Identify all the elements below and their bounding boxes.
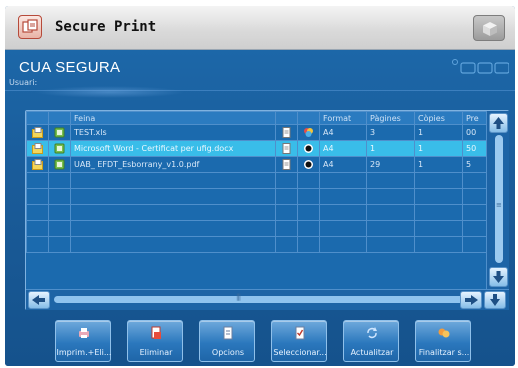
job-copies: 1 bbox=[414, 140, 463, 157]
job-name: Microsoft Word - Certificat per ufig.doc… bbox=[70, 140, 276, 157]
job-document-icon bbox=[48, 124, 71, 141]
column-header-format[interactable]: Format bbox=[319, 111, 367, 125]
status-icons bbox=[451, 58, 510, 78]
empty-row bbox=[26, 204, 487, 221]
job-document-icon bbox=[48, 140, 71, 157]
job-copies: 1 bbox=[414, 156, 463, 173]
user-label: Usuari: bbox=[9, 78, 38, 87]
main-content: CUA SEGURA Usuari: Feina Format Pàgines … bbox=[5, 50, 515, 366]
scroll-up-button[interactable] bbox=[489, 113, 508, 133]
arrow-down-icon bbox=[493, 271, 504, 283]
button-label: Seleccionar... bbox=[273, 348, 327, 357]
job-table: Feina Format Pàgines Còpies Pre TEST.xls bbox=[26, 111, 487, 253]
app-title: Secure Print bbox=[55, 19, 157, 35]
horizontal-scroll-grip-icon: ||| bbox=[236, 293, 241, 301]
column-header-pagines[interactable]: Pàgines bbox=[366, 111, 415, 125]
vertical-scroll-track[interactable] bbox=[495, 135, 503, 263]
job-name: TEST.xls bbox=[70, 124, 276, 141]
network-status-icon bbox=[452, 59, 510, 74]
print-delete-button[interactable]: Imprim.+Eli... bbox=[55, 320, 111, 362]
decorative-glow bbox=[35, 86, 185, 98]
job-format: A4 bbox=[319, 140, 367, 157]
job-format: A4 bbox=[319, 124, 367, 141]
page-icon bbox=[275, 124, 298, 141]
finish-session-button[interactable]: Finalitzar s... bbox=[415, 320, 471, 362]
empty-row bbox=[26, 172, 487, 189]
print-job-icon bbox=[18, 15, 42, 39]
scroll-down-small-button[interactable] bbox=[484, 291, 506, 309]
vertical-scroll-grip-icon: ≡ bbox=[496, 201, 502, 209]
print-delete-icon bbox=[79, 328, 89, 338]
horizontal-scroll-track[interactable] bbox=[54, 296, 464, 303]
title-bar: Secure Print bbox=[5, 6, 515, 50]
column-header-icon-1 bbox=[26, 111, 49, 125]
empty-row bbox=[26, 220, 487, 237]
options-icon bbox=[223, 326, 233, 340]
job-folder-icon bbox=[26, 124, 49, 141]
select-icon bbox=[295, 326, 305, 340]
scroll-down-button[interactable] bbox=[489, 267, 508, 287]
delete-button[interactable]: Eliminar bbox=[127, 320, 183, 362]
page-title: CUA SEGURA bbox=[19, 59, 121, 76]
table-header-row: Feina Format Pàgines Còpies Pre bbox=[26, 111, 487, 125]
job-document-icon bbox=[48, 156, 71, 173]
bw-print-icon bbox=[297, 140, 320, 157]
horizontal-scrollbar[interactable]: ||| bbox=[26, 289, 509, 310]
scroll-left-button[interactable] bbox=[28, 291, 50, 309]
arrow-left-icon bbox=[32, 295, 45, 305]
button-label: Opcions bbox=[211, 348, 245, 357]
job-name: UAB_ EFDT_Esborrany_v1.0.pdf bbox=[70, 156, 276, 173]
select-button[interactable]: Seleccionar... bbox=[271, 320, 327, 362]
job-pages: 1 bbox=[366, 140, 415, 157]
button-label: Imprim.+Eli... bbox=[56, 348, 112, 357]
column-header-feina[interactable]: Feina bbox=[70, 111, 276, 125]
job-format: A4 bbox=[319, 156, 367, 173]
scroll-right-button[interactable] bbox=[460, 291, 482, 309]
table-row[interactable]: UAB_ EFDT_Esborrany_v1.0.pdf A4 29 1 5 bbox=[26, 156, 487, 173]
job-copies: 1 bbox=[414, 124, 463, 141]
column-header-copies[interactable]: Còpies bbox=[414, 111, 463, 125]
job-pages: 3 bbox=[366, 124, 415, 141]
table-row[interactable]: TEST.xls A4 3 1 00 bbox=[26, 124, 487, 141]
home-cube-icon bbox=[483, 22, 497, 36]
home-button[interactable] bbox=[473, 15, 505, 41]
color-print-icon bbox=[297, 124, 320, 141]
job-pre: 50 bbox=[462, 140, 487, 157]
arrow-right-icon bbox=[465, 295, 478, 305]
arrow-down-icon bbox=[490, 294, 500, 306]
button-label: Actualitzar bbox=[350, 348, 394, 357]
finish-session-icon bbox=[438, 328, 450, 338]
table-row-selected[interactable]: Microsoft Word - Certificat per ufig.doc… bbox=[26, 140, 487, 157]
job-folder-icon bbox=[26, 156, 49, 173]
job-pages: 29 bbox=[366, 156, 415, 173]
button-label: Finalitzar s... bbox=[418, 348, 470, 357]
column-header-icon-4 bbox=[297, 111, 320, 125]
job-folder-icon bbox=[26, 140, 49, 157]
vertical-scrollbar[interactable]: ≡ bbox=[486, 111, 509, 289]
refresh-button[interactable]: Actualitzar bbox=[343, 320, 399, 362]
delete-icon bbox=[151, 326, 161, 339]
empty-row bbox=[26, 236, 487, 253]
column-header-pre[interactable]: Pre bbox=[462, 111, 487, 125]
column-header-icon-3 bbox=[275, 111, 298, 125]
page-icon bbox=[275, 140, 298, 157]
options-button[interactable]: Opcions bbox=[199, 320, 255, 362]
job-pre: 5 bbox=[462, 156, 487, 173]
button-label: Eliminar bbox=[139, 348, 173, 357]
column-header-icon-2 bbox=[48, 111, 71, 125]
refresh-icon bbox=[367, 327, 377, 339]
app-window: Secure Print CUA SEGURA Usuari: Feina Fo… bbox=[5, 6, 515, 366]
page-icon bbox=[275, 156, 298, 173]
empty-row bbox=[26, 188, 487, 205]
arrow-up-icon bbox=[493, 117, 504, 129]
job-pre: 00 bbox=[462, 124, 487, 141]
bw-print-icon bbox=[297, 156, 320, 173]
job-list-panel: Feina Format Pàgines Còpies Pre TEST.xls bbox=[25, 110, 509, 310]
